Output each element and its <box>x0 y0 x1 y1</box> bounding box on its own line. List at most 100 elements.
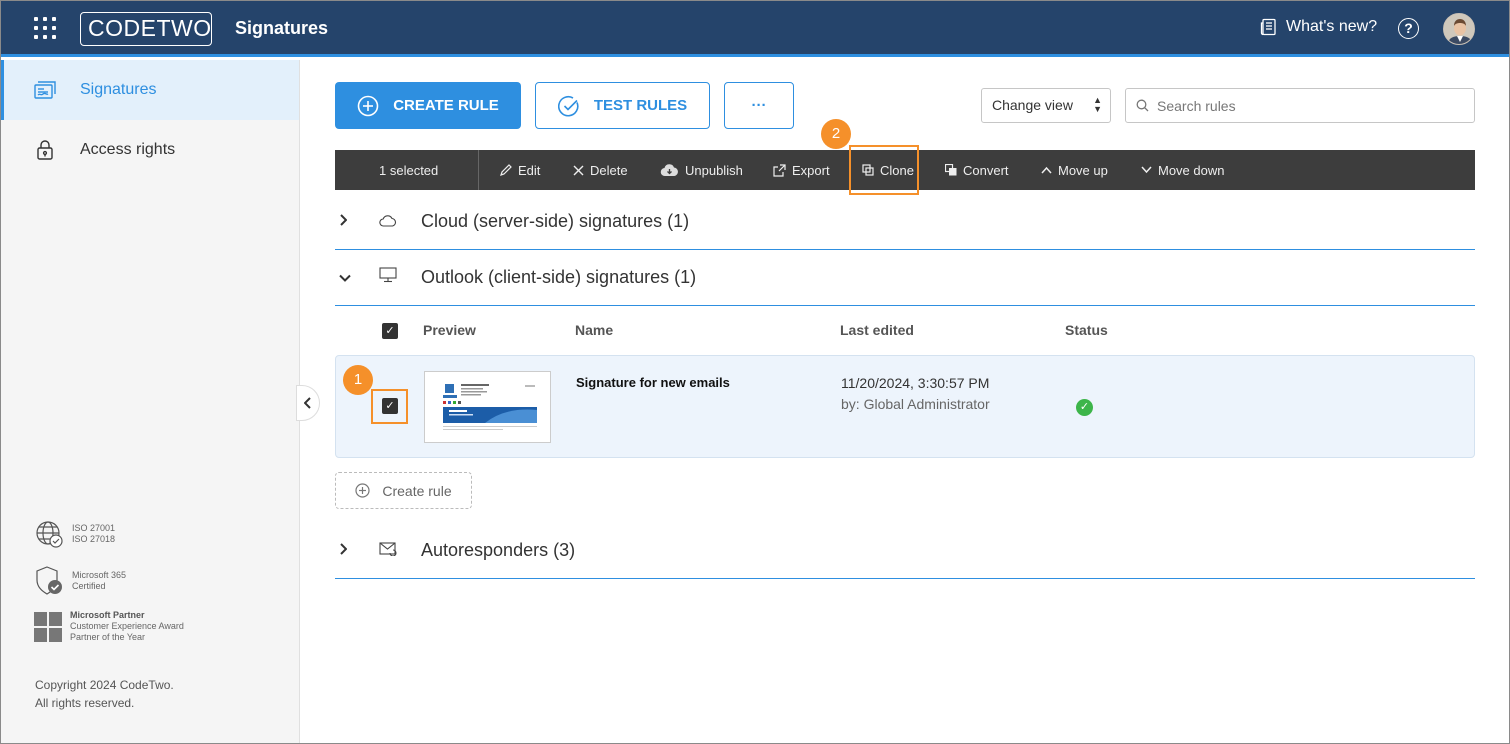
change-view-value: Change view <box>992 97 1073 113</box>
select-all-checkbox[interactable]: ✓ <box>382 323 398 339</box>
create-rule-inline-button[interactable]: Create rule <box>335 472 472 509</box>
whats-new-button[interactable]: What's new? <box>1260 18 1377 36</box>
badge-line: ISO 27018 <box>72 534 116 544</box>
group-title: Outlook (client-side) signatures (1) <box>421 267 697 287</box>
create-rule-button[interactable]: CREATE RULE <box>335 82 521 129</box>
cloud-icon <box>379 211 399 232</box>
group-title: Cloud (server-side) signatures (1) <box>421 211 690 231</box>
user-avatar[interactable] <box>1443 13 1475 45</box>
autoresponder-icon <box>379 540 399 561</box>
sidebar-item-label: Access rights <box>80 141 176 158</box>
m365-badge: Microsoft 365 Certified <box>34 565 126 597</box>
column-header-preview[interactable]: Preview <box>423 322 476 338</box>
delete-button[interactable]: Delete <box>573 150 628 190</box>
action-bar-divider <box>478 150 479 190</box>
edit-button[interactable]: Edit <box>500 150 540 190</box>
copyright: Copyright 2024 CodeTwo. All rights reser… <box>35 676 174 712</box>
globe-check-icon <box>36 521 63 548</box>
group-title: Autoresponders (3) <box>421 540 576 560</box>
last-edited-by: by: Global Administrator <box>841 396 990 412</box>
sidebar-item-signatures[interactable]: Signatures <box>0 60 299 120</box>
column-header-last-edited[interactable]: Last edited <box>840 322 914 338</box>
iso-badge: ISO 27001 ISO 27018 <box>34 519 115 549</box>
clone-highlight <box>849 145 919 195</box>
lock-icon <box>34 139 56 161</box>
badge-line: Microsoft 365 <box>72 570 127 580</box>
delete-label: Delete <box>590 162 628 178</box>
export-icon <box>773 163 786 177</box>
unpublish-button[interactable]: Unpublish <box>660 150 743 190</box>
convert-label: Convert <box>963 162 1009 178</box>
chevron-down-icon <box>339 271 359 285</box>
export-label: Export <box>792 162 830 178</box>
test-rules-button[interactable]: TEST RULES <box>535 82 710 129</box>
more-options-button[interactable]: ··· <box>724 82 794 129</box>
create-rule-inline-label: Create rule <box>382 482 452 499</box>
unpublish-label: Unpublish <box>685 162 743 178</box>
search-input[interactable] <box>1157 97 1457 114</box>
convert-button[interactable]: Convert <box>945 150 1009 190</box>
shield-check-icon <box>36 566 62 595</box>
logo-text: CODETWO <box>88 15 212 41</box>
selected-count: 1 selected <box>379 162 439 178</box>
move-down-label: Move down <box>1158 162 1225 178</box>
top-bar: CODETWO Signatures What's new? ? <box>0 0 1510 57</box>
close-icon <box>573 165 584 175</box>
collapse-sidebar-button[interactable] <box>296 385 320 421</box>
last-edited-date: 11/20/2024, 3:30:57 PM <box>841 375 990 391</box>
group-outlook-signatures[interactable]: Outlook (client-side) signatures (1) <box>335 250 1475 306</box>
edit-label: Edit <box>518 162 541 178</box>
pencil-icon <box>500 164 512 176</box>
convert-icon <box>945 164 957 176</box>
sidebar: Signatures Access rights ISO 27001 ISO 27… <box>0 60 300 744</box>
signatures-icon <box>34 79 56 101</box>
chevron-right-icon <box>339 543 359 558</box>
move-down-button[interactable]: Move down <box>1141 150 1224 190</box>
move-up-label: Move up <box>1058 162 1108 178</box>
chevron-up-icon <box>1041 166 1052 174</box>
app-launcher-icon[interactable] <box>34 17 56 39</box>
sidebar-item-access-rights[interactable]: Access rights <box>0 120 299 180</box>
signature-preview-thumbnail[interactable] <box>424 371 551 443</box>
cloud-down-icon <box>660 163 678 176</box>
badge-line: Certified <box>72 581 106 591</box>
chevron-right-icon <box>339 214 359 229</box>
test-rules-label: TEST RULES <box>593 97 688 114</box>
chevron-down-icon <box>1141 166 1152 174</box>
badge-line: Microsoft Partner <box>70 610 145 620</box>
monitor-icon <box>379 267 399 288</box>
status-ok-icon: ✓ <box>1076 399 1093 416</box>
help-icon[interactable]: ? <box>1398 18 1419 39</box>
sidebar-item-label: Signatures <box>80 81 157 98</box>
callout-badge-2: 2 <box>821 119 851 149</box>
codetwo-logo[interactable]: CODETWO <box>80 12 212 46</box>
plus-circle-icon <box>357 95 379 116</box>
badge-line: Customer Experience Award <box>70 621 184 631</box>
app-title: Signatures <box>235 18 329 38</box>
copyright-line: Copyright 2024 CodeTwo. <box>35 678 174 692</box>
signature-name[interactable]: Signature for new emails <box>576 375 730 390</box>
column-header-status[interactable]: Status <box>1065 322 1108 338</box>
export-button[interactable]: Export <box>773 150 830 190</box>
callout-badge-1: 1 <box>343 365 373 395</box>
news-icon <box>1260 18 1276 36</box>
move-up-button[interactable]: Move up <box>1041 150 1108 190</box>
group-autoresponders[interactable]: Autoresponders (3) <box>335 523 1475 579</box>
microsoft-logo-icon <box>34 611 62 642</box>
microsoft-partner-badge: Microsoft Partner Customer Experience Awa… <box>34 610 184 643</box>
column-header-name[interactable]: Name <box>575 322 613 338</box>
create-rule-label: CREATE RULE <box>393 97 499 114</box>
badge-line: ISO 27001 <box>72 523 116 533</box>
search-icon <box>1136 99 1149 112</box>
search-box[interactable] <box>1125 88 1475 123</box>
whats-new-label: What's new? <box>1286 18 1378 35</box>
group-cloud-signatures[interactable]: Cloud (server-side) signatures (1) <box>335 194 1475 250</box>
copyright-line: All rights reserved. <box>35 696 135 710</box>
sort-arrows-icon: ▲ ▼ <box>1093 95 1102 114</box>
check-circle-icon <box>557 95 579 116</box>
badge-line: Partner of the Year <box>70 632 146 642</box>
chevron-left-icon <box>304 397 311 409</box>
change-view-select[interactable]: Change view ▲ ▼ <box>981 88 1111 123</box>
table-row[interactable]: ✓ Signature for new emails 11/20/2024, 3… <box>335 355 1475 458</box>
more-options-label: ··· <box>751 97 767 114</box>
